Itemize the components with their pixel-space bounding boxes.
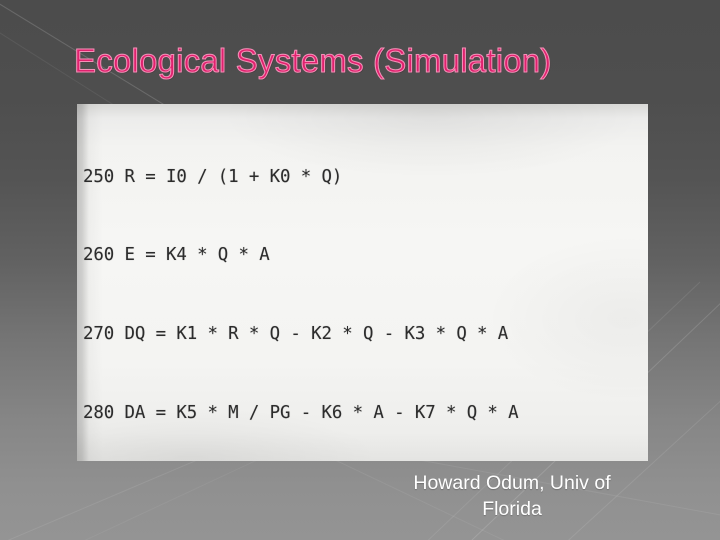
code-line: 270 DQ = K1 * R * Q - K2 * Q - K3 * Q * … <box>83 324 509 345</box>
code-listing-text: 250 R = I0 / (1 + K0 * Q) 260 E = K4 * Q… <box>77 104 648 461</box>
slide-title: Ecological Systems (Simulation) <box>74 42 552 80</box>
code-line: 250 R = I0 / (1 + K0 * Q) <box>83 166 343 187</box>
caption-line-1: Howard Odum, Univ of <box>413 472 611 494</box>
slide-caption: Howard Odum, Univ of Florida <box>377 470 647 522</box>
slide-canvas: Ecological Systems (Simulation) 250 R = … <box>0 0 720 540</box>
code-line: 260 E = K4 * Q * A <box>83 245 270 266</box>
code-line: 280 DA = K5 * M / PG - K6 * A - K7 * Q *… <box>83 403 519 424</box>
caption-line-2: Florida <box>482 498 542 520</box>
code-listing-image: 250 R = I0 / (1 + K0 * Q) 260 E = K4 * Q… <box>77 104 648 461</box>
